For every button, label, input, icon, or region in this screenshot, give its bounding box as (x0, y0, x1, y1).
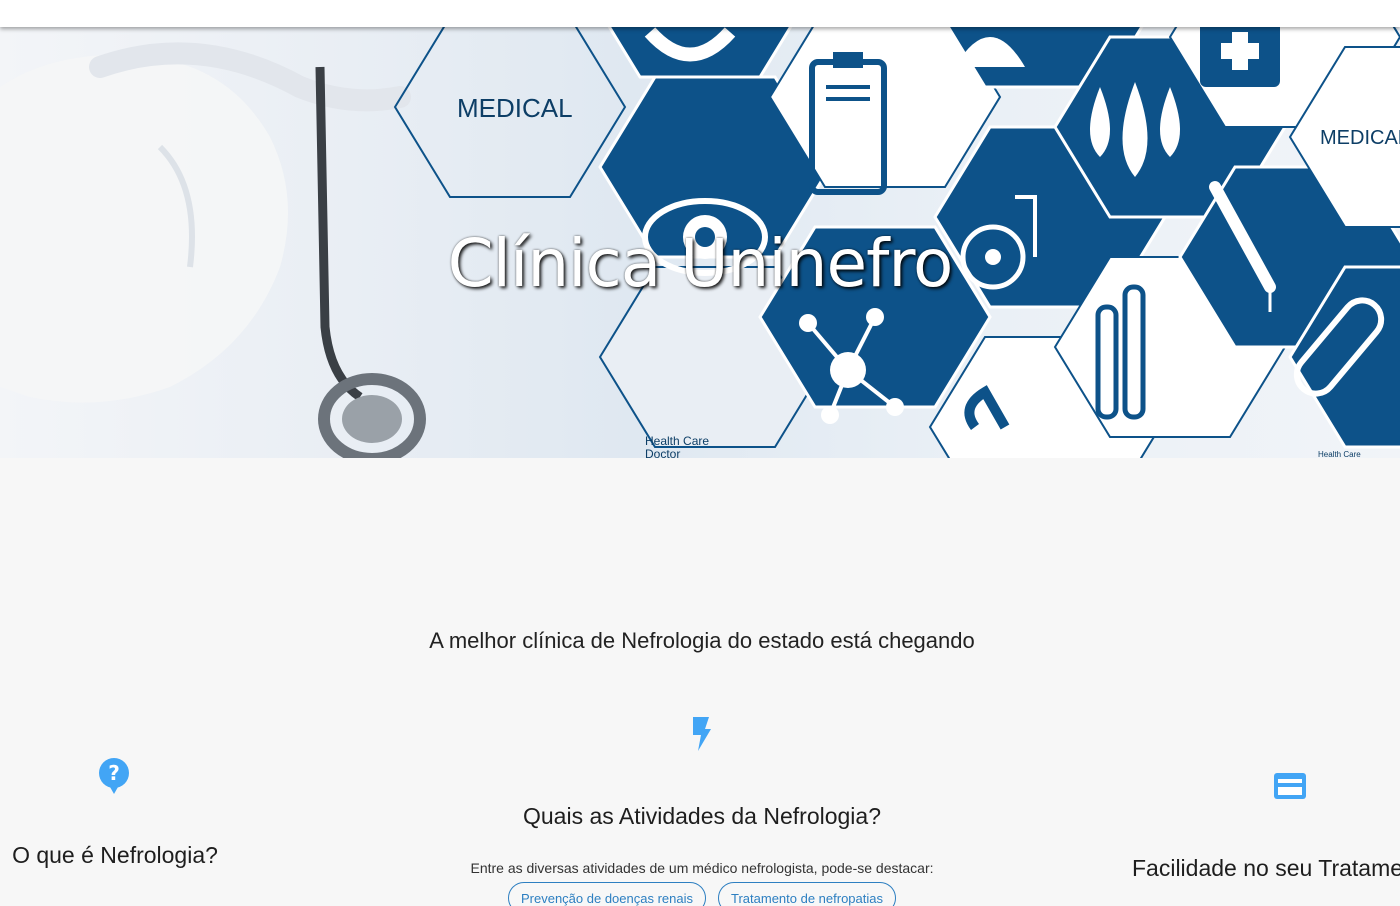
feature-card-what-is: ? O que é Nefrologia? (0, 757, 230, 869)
chip-treatment[interactable]: Tratamento de nefropatias (718, 882, 896, 906)
feature-title: Quais as Atividades da Nefrologia? (523, 803, 881, 829)
lightning-bolt-icon (691, 715, 713, 758)
svg-text:MEDICAL: MEDICAL (1320, 127, 1400, 149)
top-navbar (0, 0, 1400, 27)
svg-text:Doctor: Doctor (645, 447, 680, 458)
svg-text:Health Care: Health Care (645, 434, 709, 448)
feature-description: Entre as diversas atividades de um médic… (470, 860, 934, 876)
svg-text:?: ? (108, 761, 120, 785)
svg-text:Health Care: Health Care (1318, 450, 1361, 458)
chip-prevention[interactable]: Prevenção de doenças renais (507, 882, 706, 906)
hero-banner: MEDICAL MEDICAL Health Care Doctor Healt… (0, 27, 1400, 458)
feature-card-facility: Facilidade no seu Tratamento (1132, 770, 1400, 882)
feature-title: O que é Nefrologia? (12, 842, 218, 868)
tagline: A melhor clínica de Nefrologia do estado… (429, 628, 975, 653)
credit-card-icon (1272, 770, 1308, 807)
feature-title: Facilidade no seu Tratamento (1132, 855, 1400, 881)
help-circle-icon: ? (98, 757, 132, 800)
svg-text:MEDICAL: MEDICAL (457, 93, 573, 123)
hero-title: Clínica Uninefro (447, 225, 954, 302)
activity-chips: Prevenção de doenças renais Tratamento d… (400, 882, 1004, 906)
feature-card-activities: Quais as Atividades da Nefrologia? Entre… (400, 715, 1004, 906)
